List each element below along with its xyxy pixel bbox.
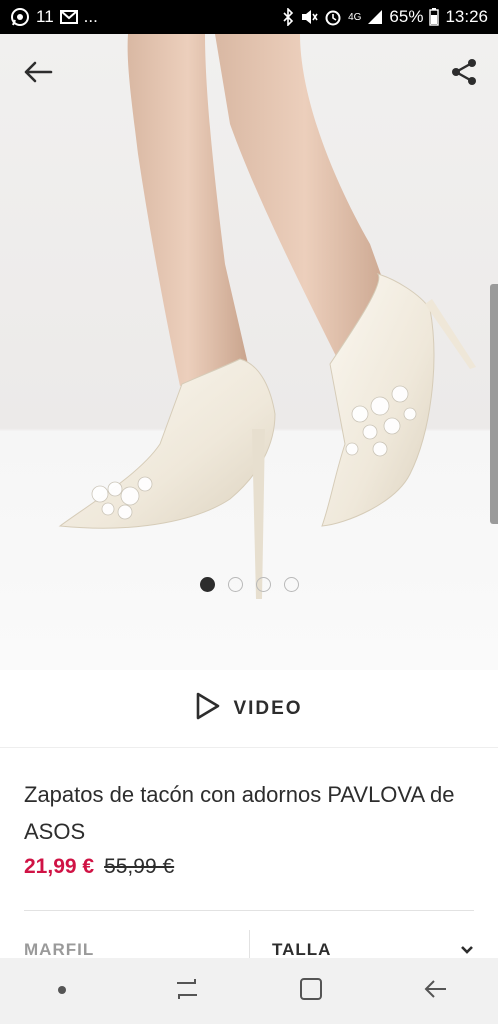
home-icon — [297, 975, 325, 1008]
carousel-dot[interactable] — [283, 577, 299, 592]
back-arrow-icon — [23, 61, 53, 88]
alarm-icon — [324, 8, 342, 26]
gmail-icon — [59, 10, 78, 24]
signal-icon — [367, 9, 383, 25]
home-button[interactable] — [281, 966, 341, 1016]
price: 21,99 € 55,99 € — [24, 855, 174, 879]
navigation-bar — [0, 958, 498, 1024]
share-button[interactable] — [444, 54, 484, 94]
more-notifications: ... — [83, 7, 98, 26]
recents-button[interactable] — [157, 966, 217, 1016]
product-image-carousel[interactable] — [0, 34, 498, 670]
variant-selectors: MARFIL TALLA — [0, 930, 498, 960]
share-icon — [449, 57, 479, 92]
recents-icon — [173, 975, 201, 1008]
mute-icon — [300, 8, 318, 26]
color-selector[interactable]: MARFIL — [24, 940, 94, 960]
bluetooth-icon — [282, 8, 294, 26]
back-icon — [422, 975, 450, 1008]
nav-back-button[interactable] — [406, 966, 466, 1016]
whatsapp-icon — [10, 7, 30, 27]
status-bar: 11 ... 4G 65% 13:26 — [0, 0, 498, 34]
network-type: 4G — [348, 11, 362, 23]
product-photo — [58, 34, 476, 599]
current-price: 21,99 € — [24, 855, 95, 878]
original-price: 55,99 € — [104, 855, 175, 878]
play-outline-icon — [195, 692, 221, 725]
notification-count: 11 — [36, 7, 54, 26]
carousel-dot[interactable] — [199, 577, 215, 592]
carousel-indicator — [0, 577, 498, 592]
battery-icon — [429, 8, 440, 26]
scroll-indicator — [490, 284, 498, 524]
nav-dot-button[interactable] — [32, 966, 92, 1016]
divider — [24, 910, 474, 911]
video-label: VIDEO — [233, 697, 303, 719]
video-button[interactable]: VIDEO — [0, 670, 498, 748]
clock: 13:26 — [445, 7, 488, 26]
size-selector[interactable]: TALLA — [272, 940, 331, 960]
carousel-dot[interactable] — [227, 577, 243, 592]
back-button[interactable] — [18, 54, 58, 94]
selector-divider — [249, 930, 250, 960]
dot-icon — [57, 982, 67, 1000]
product-title: Zapatos de tacón con adornos PAVLOVA de … — [24, 782, 455, 844]
battery-level: 65% — [389, 7, 424, 26]
carousel-dot[interactable] — [255, 577, 271, 592]
